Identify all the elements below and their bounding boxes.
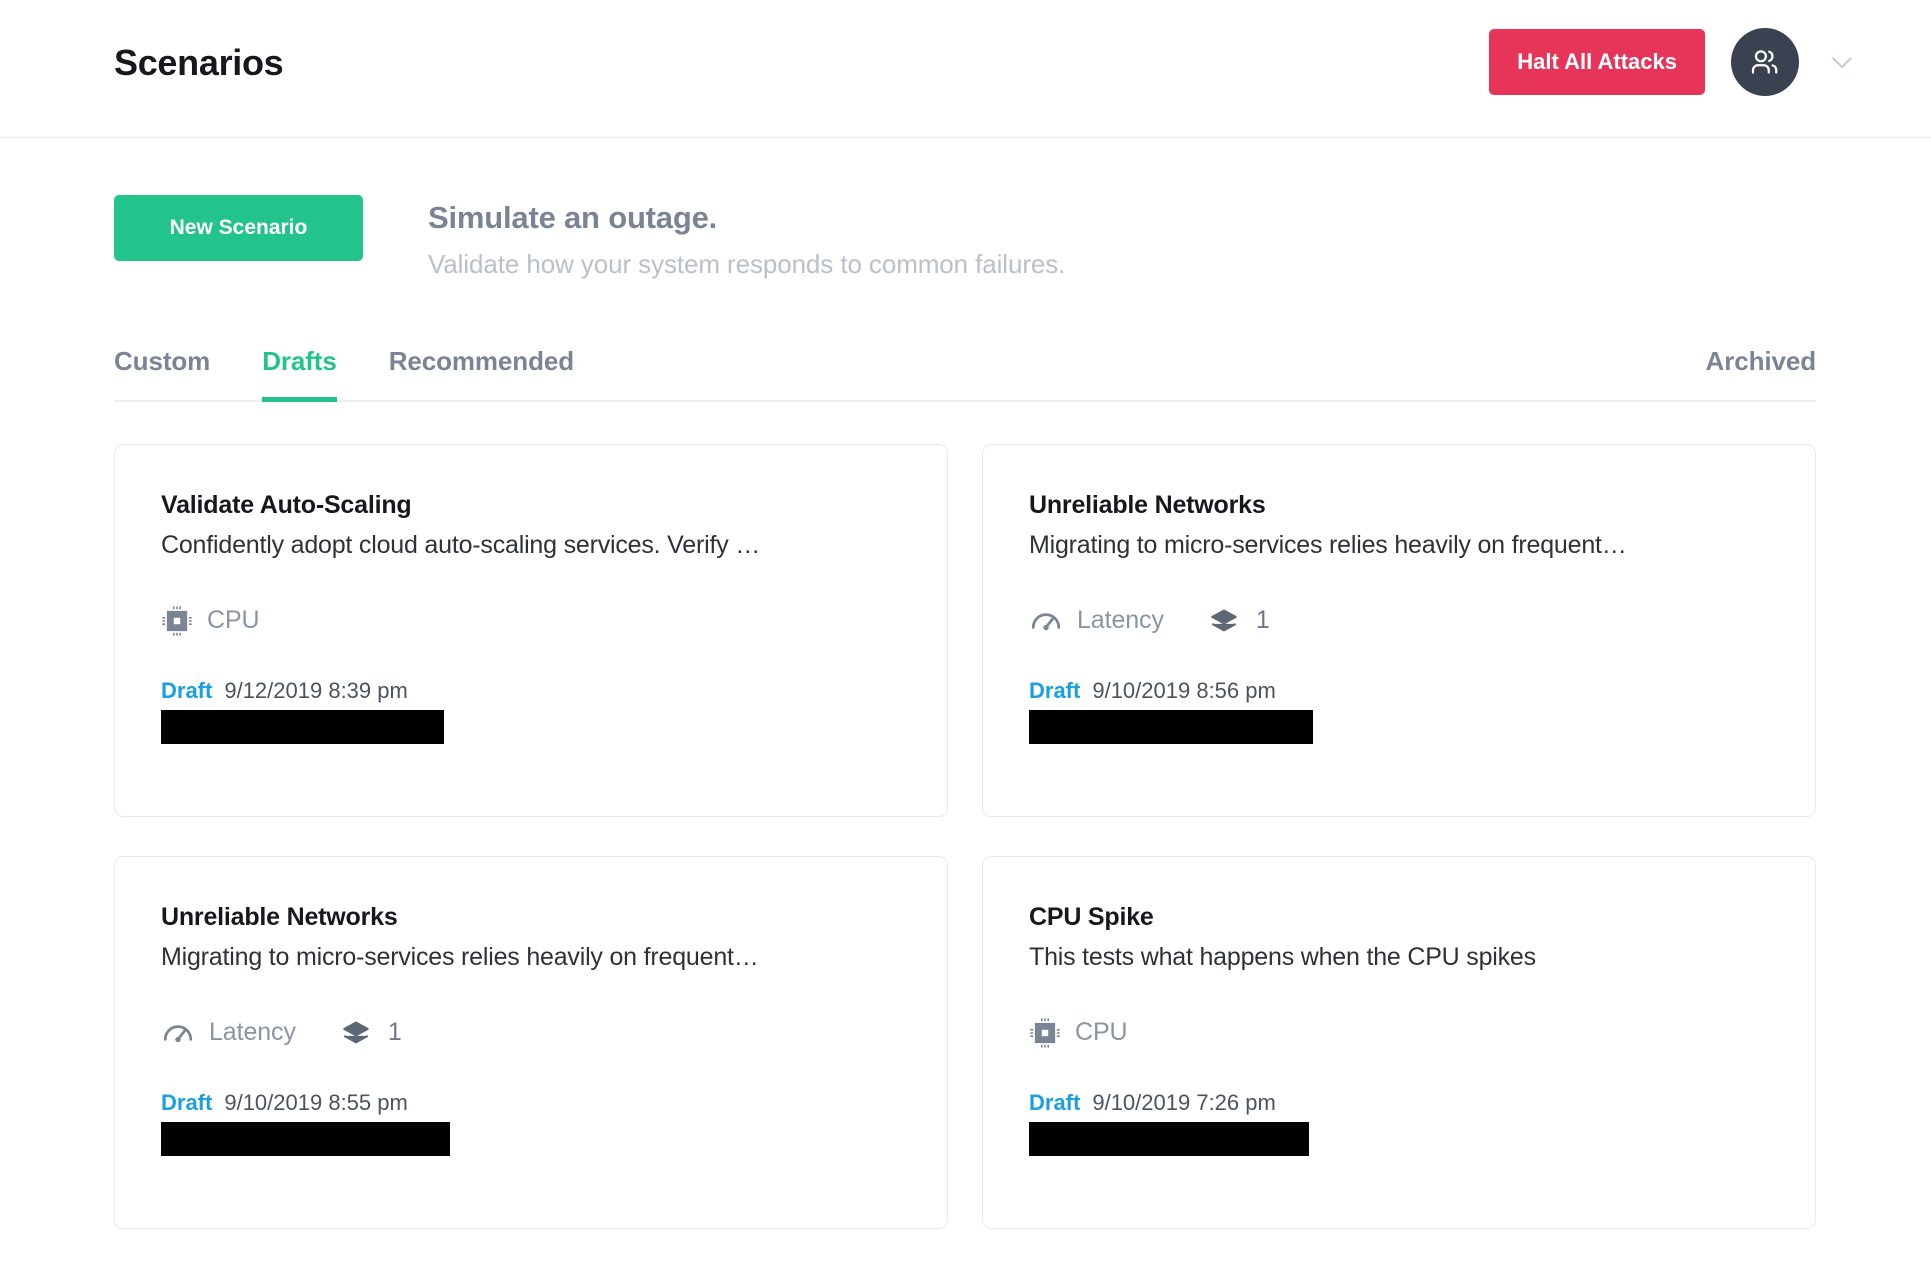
hero-text: Simulate an outage. Validate how your sy… — [428, 195, 1065, 280]
status-badge: Draft — [161, 677, 213, 703]
status-badge: Draft — [1029, 1089, 1081, 1115]
hero-section: New Scenario Simulate an outage. Validat… — [0, 138, 1931, 280]
card-footer: Draft 9/12/2019 8:39 pm — [161, 678, 901, 704]
gauge-latency-icon — [161, 1016, 195, 1050]
top-bar-actions: Halt All Attacks — [1489, 28, 1859, 96]
scenario-card-grid: Validate Auto-Scaling Confidently adopt … — [114, 443, 1816, 1229]
hero-title: Simulate an outage. — [428, 200, 718, 235]
redaction-bar — [161, 709, 444, 744]
card-footer: Draft 9/10/2019 7:26 pm — [1029, 1090, 1769, 1116]
card-title: Unreliable Networks — [1029, 490, 1266, 519]
halt-all-attacks-button[interactable]: Halt All Attacks — [1489, 29, 1705, 95]
users-icon — [1747, 44, 1783, 80]
layers-icon — [342, 1019, 370, 1047]
tab-list: Custom Drafts Recommended — [114, 346, 574, 402]
account-menu-toggle[interactable] — [1825, 45, 1859, 79]
card-attack-label: CPU — [1075, 1018, 1128, 1047]
redaction-bar — [161, 1121, 450, 1156]
card-attack-label: Latency — [1077, 606, 1164, 635]
card-title: Unreliable Networks — [161, 902, 398, 931]
card-description: Migrating to micro-services relies heavi… — [161, 942, 759, 971]
card-timestamp: 9/12/2019 8:39 pm — [224, 677, 408, 703]
card-layer-count: 1 — [1255, 606, 1270, 635]
card-title: Validate Auto-Scaling — [161, 490, 412, 519]
card-attack-label: Latency — [209, 1018, 296, 1047]
cpu-chip-icon — [161, 605, 193, 637]
card-description: This tests what happens when the CPU spi… — [1029, 942, 1536, 971]
card-timestamp: 9/10/2019 8:56 pm — [1092, 677, 1276, 703]
chevron-down-icon — [1827, 47, 1857, 77]
card-meta: CPU — [1029, 1014, 1769, 1052]
tab-archived[interactable]: Archived — [1706, 346, 1817, 400]
scenario-card[interactable]: Validate Auto-Scaling Confidently adopt … — [114, 443, 948, 817]
tab-recommended[interactable]: Recommended — [389, 346, 574, 400]
card-layer-count: 1 — [387, 1018, 402, 1047]
redaction-bar — [1029, 709, 1313, 744]
scenario-card[interactable]: Unreliable Networks Migrating to micro-s… — [982, 443, 1816, 817]
tab-bar: Custom Drafts Recommended Archived — [114, 346, 1816, 402]
tab-drafts[interactable]: Drafts — [262, 346, 337, 402]
tab-custom[interactable]: Custom — [114, 346, 210, 400]
card-description: Confidently adopt cloud auto-scaling ser… — [161, 530, 761, 559]
top-bar: Scenarios Halt All Attacks — [0, 0, 1931, 138]
card-timestamp: 9/10/2019 8:55 pm — [224, 1089, 408, 1115]
card-description: Migrating to micro-services relies heavi… — [1029, 530, 1627, 559]
gauge-latency-icon — [1029, 604, 1063, 638]
card-attack-label: CPU — [207, 606, 260, 635]
cpu-chip-icon — [1029, 1017, 1061, 1049]
hero-subtitle: Validate how your system responds to com… — [428, 248, 1066, 279]
card-timestamp: 9/10/2019 7:26 pm — [1092, 1089, 1276, 1115]
layers-icon — [1210, 607, 1238, 635]
card-meta: Latency 1 — [1029, 602, 1769, 640]
page-title: Scenarios — [114, 42, 284, 83]
card-title: CPU Spike — [1029, 902, 1154, 931]
scenario-card[interactable]: Unreliable Networks Migrating to micro-s… — [114, 855, 948, 1229]
scenario-card[interactable]: CPU Spike This tests what happens when t… — [982, 855, 1816, 1229]
redaction-bar — [1029, 1121, 1309, 1156]
card-meta: Latency 1 — [161, 1014, 901, 1052]
status-badge: Draft — [1029, 677, 1081, 703]
new-scenario-button[interactable]: New Scenario — [114, 195, 363, 261]
card-meta: CPU — [161, 602, 901, 640]
card-footer: Draft 9/10/2019 8:56 pm — [1029, 678, 1769, 704]
card-footer: Draft 9/10/2019 8:55 pm — [161, 1090, 901, 1116]
avatar[interactable] — [1731, 28, 1799, 96]
status-badge: Draft — [161, 1089, 213, 1115]
